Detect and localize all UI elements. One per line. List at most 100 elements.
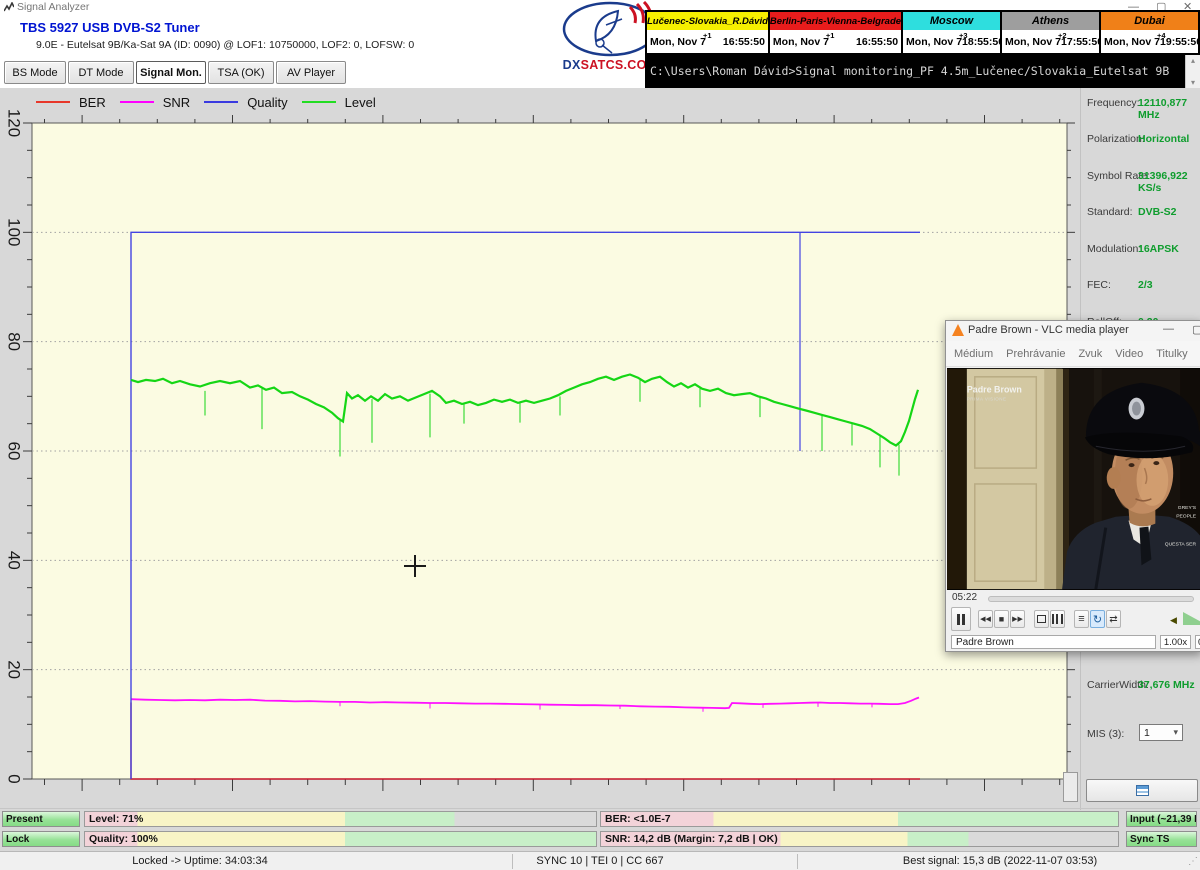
tab-signal-mon-[interactable]: Signal Mon.	[136, 61, 206, 84]
next-button[interactable]: ▶▶	[1010, 610, 1025, 628]
vlc-window-title: Padre Brown - VLC media player	[968, 324, 1129, 336]
present-indicator: Present	[2, 811, 80, 827]
loop-button[interactable]: ↻	[1090, 610, 1105, 628]
vlc-title-bar[interactable]: Padre Brown - VLC media player — ▢	[946, 321, 1200, 341]
extended-settings-button[interactable]	[1050, 610, 1065, 628]
vlc-menu-prehrvanie[interactable]: Prehrávanie	[1006, 348, 1065, 360]
clock-time-row: Mon, Nov 7+116:55:50	[647, 30, 768, 53]
field-value-polarization: Horizontal	[1138, 133, 1189, 145]
window-icon	[1136, 785, 1149, 796]
separator	[797, 854, 798, 869]
y-tick-label: 100	[5, 218, 24, 246]
movie-subtitle-overlay: PRIMA VISIONE	[967, 397, 1007, 402]
playlist-item-field[interactable]: Padre Brown	[951, 635, 1156, 649]
clock-city-label: Dubai	[1101, 12, 1198, 30]
field-value-frequency: 12110,877 MHz	[1138, 97, 1200, 121]
ts-analyzer-button[interactable]	[1086, 779, 1198, 802]
command-prompt-text: C:\Users\Roman Dávid>Signal monitoring_P…	[650, 64, 1170, 78]
fullscreen-icon	[1037, 615, 1046, 623]
tab-av-player[interactable]: AV Player	[276, 61, 346, 84]
clock-day: Mon, Nov 7	[773, 36, 829, 48]
equalizer-icon	[1052, 614, 1063, 624]
y-tick-label: 0	[5, 774, 24, 783]
clock-time-row: Mon, Nov 7+318:55:50	[903, 30, 1000, 53]
signal-analyzer-icon	[4, 2, 14, 12]
clock-day: Mon, Nov 7	[650, 36, 706, 48]
resize-grip[interactable]: ⋰	[1188, 856, 1198, 867]
clock-time-row: Mon, Nov 7+217:55:50	[1002, 30, 1099, 53]
side-text-3: QUESTA SER	[1165, 541, 1197, 547]
clock-time: 18:55:50	[962, 36, 1004, 48]
tab-dt-mode[interactable]: DT Mode	[68, 61, 134, 84]
clock-utc-offset: +1	[826, 31, 835, 40]
vlc-controls: 05:22 ◀◀ ■ ▶▶ ≡ ↻ ⇄ ◀ Padre Brown 1.00x …	[946, 590, 1200, 651]
input-indicator: Input (~21,39 Mbps)	[1126, 811, 1197, 827]
scroll-down-icon[interactable]: ▾	[1191, 78, 1195, 87]
field-value-fec: 2/3	[1138, 279, 1153, 291]
clock-time: 17:55:50	[1061, 36, 1103, 48]
chevron-down-icon: ▾	[1173, 727, 1178, 738]
field-label-polarization: Polarization:	[1087, 133, 1145, 145]
seek-bar[interactable]	[988, 596, 1194, 602]
sync-ts-indicator: Sync TS	[1126, 831, 1197, 847]
fullscreen-button[interactable]	[1034, 610, 1049, 628]
field-label-modulation: Modulation:	[1087, 243, 1141, 255]
field-value-modulation: 16APSK	[1138, 243, 1179, 255]
chart-canvas[interactable]: 020406080100120	[0, 88, 1080, 810]
field-value-standard: DVB-S2	[1138, 206, 1177, 218]
legend-line-sample	[120, 101, 154, 103]
field-value-carrierwidth: 37,676 MHz	[1138, 679, 1195, 691]
tab-bs-mode[interactable]: BS Mode	[4, 61, 66, 84]
playlist-button[interactable]: ≡	[1074, 610, 1089, 628]
vlc-menu-video[interactable]: Video	[1115, 348, 1143, 360]
clock-berlin: Berlin-Paris-Vienna-Belgrade Mon, Nov 7+1…	[770, 12, 903, 53]
clock-city-label: Lučenec-Slovakia_R.Dávid	[647, 12, 768, 30]
field-value-symbolrate: 31396,922 KS/s	[1138, 170, 1200, 194]
clock-city-label: Berlin-Paris-Vienna-Belgrade	[770, 12, 901, 30]
side-text-2: PEOPLE	[1176, 514, 1197, 520]
y-tick-label: 20	[5, 660, 24, 679]
vlc-maximize-icon[interactable]: ▢	[1192, 323, 1200, 336]
divider	[0, 808, 1200, 809]
vlc-menu-titulky[interactable]: Titulky	[1156, 348, 1187, 360]
vlc-cone-icon	[952, 324, 964, 336]
random-button[interactable]: ⇄	[1106, 610, 1121, 628]
movie-still: Padre Brown PRIMA VISIONE GREY'S PEOPLE …	[947, 368, 1200, 590]
volume-icon[interactable]: ◀	[1170, 615, 1177, 626]
level-bar: Level: 71%	[84, 811, 597, 827]
time-display: 05:22	[952, 592, 977, 603]
y-tick-label: 60	[5, 442, 24, 461]
signal-chart: 020406080100120 BERSNRQualityLevel	[0, 88, 1080, 810]
clock-time: 16:55:50	[856, 36, 898, 48]
mis-value: 1	[1144, 727, 1150, 739]
legend-label: SNR	[163, 95, 190, 110]
field-label-fec: FEC:	[1087, 279, 1111, 291]
vlc-menu-mdium[interactable]: Médium	[954, 348, 993, 360]
scroll-up-icon[interactable]: ▴	[1191, 56, 1195, 65]
clock-city-label: Athens	[1002, 12, 1099, 30]
mis-label: MIS (3):	[1087, 728, 1124, 740]
legend-item-level: Level	[302, 95, 376, 110]
previous-button[interactable]: ◀◀	[978, 610, 993, 628]
chart-legend: BERSNRQualityLevel	[36, 94, 376, 110]
playback-rate[interactable]: 1.00x	[1160, 635, 1191, 649]
tuner-subtitle: 9.0E - Eutelsat 9B/Ka-Sat 9A (ID: 0090) …	[36, 39, 414, 51]
cmd-scrollbar[interactable]: ▴ ▾	[1185, 55, 1200, 88]
vlc-menu-zvuk[interactable]: Zvuk	[1078, 348, 1102, 360]
vlc-minimize-icon[interactable]: —	[1163, 323, 1174, 335]
volume-slider[interactable]	[1183, 612, 1200, 625]
mis-select[interactable]: 1 ▾	[1139, 724, 1183, 741]
vlc-video-frame[interactable]: Padre Brown PRIMA VISIONE GREY'S PEOPLE …	[947, 368, 1200, 590]
tuner-title: TBS 5927 USB DVB-S2 Tuner	[20, 20, 200, 35]
legend-line-sample	[204, 101, 238, 103]
vlc-window[interactable]: Padre Brown - VLC media player — ▢ Médiu…	[945, 320, 1200, 652]
stop-button[interactable]: ■	[994, 610, 1009, 628]
chart-scrollbar-thumb[interactable]	[1063, 772, 1078, 802]
clock-utc-offset: +2	[1058, 31, 1067, 40]
legend-line-sample	[302, 101, 336, 103]
command-prompt-window[interactable]: C:\Users\Roman Dávid>Signal monitoring_P…	[645, 55, 1200, 88]
pause-button[interactable]	[951, 607, 971, 631]
world-clocks: Lučenec-Slovakia_R.DávidMon, Nov 7+116:5…	[645, 10, 1200, 55]
tab-tsa-ok-[interactable]: TSA (OK)	[208, 61, 274, 84]
clock-dubai: DubaiMon, Nov 7+419:55:50	[1101, 12, 1198, 53]
